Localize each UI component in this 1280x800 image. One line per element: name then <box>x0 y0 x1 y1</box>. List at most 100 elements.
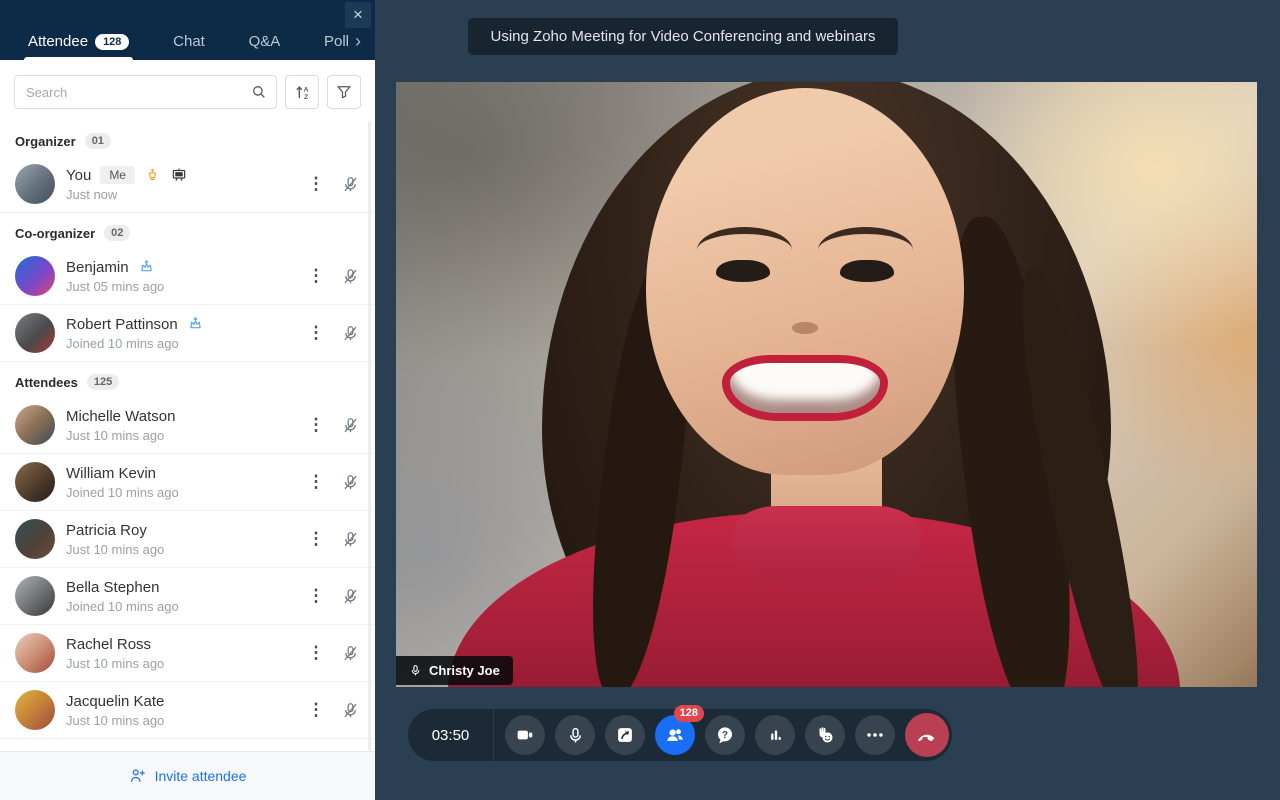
sidebar-scrollbar[interactable] <box>368 121 371 751</box>
section-coorganizer-label: Co-organizer <box>15 226 95 241</box>
me-badge: Me <box>100 166 135 184</box>
more-tabs-button[interactable]: › <box>353 32 363 60</box>
tab-qa[interactable]: Q&A <box>245 33 285 60</box>
mic-muted-button[interactable] <box>341 701 360 720</box>
attendee-panel: × Attendee 128 Chat Q&A Poll › AZ <box>0 0 375 800</box>
search-input[interactable] <box>14 75 277 109</box>
participant-name: You <box>66 167 91 184</box>
participant-status: Just 10 mins ago <box>66 542 307 557</box>
meeting-stage: Using Zoho Meeting for Video Conferencin… <box>375 0 1280 800</box>
speaker-name: Christy Joe <box>429 663 500 678</box>
mic-muted-icon <box>341 473 360 492</box>
mic-muted-button[interactable] <box>341 267 360 286</box>
microphone-button[interactable] <box>555 715 595 755</box>
participant-name: William Kevin <box>66 465 156 482</box>
filter-button[interactable] <box>327 75 361 109</box>
participants-button[interactable]: 128 <box>655 715 695 755</box>
chevron-right-icon: › <box>355 31 361 51</box>
sort-az-icon: AZ <box>293 83 312 102</box>
tab-chat[interactable]: Chat <box>169 33 209 60</box>
close-panel-button[interactable]: × <box>345 2 371 28</box>
attendees-count-badge: 125 <box>87 374 119 390</box>
speaker-name-tag: Christy Joe <box>396 656 513 685</box>
hang-up-icon <box>915 723 939 747</box>
mic-on-icon <box>409 664 422 677</box>
participant-menu-button[interactable]: ⋮ <box>307 415 325 435</box>
participant-menu-button[interactable]: ⋮ <box>307 529 325 549</box>
mic-muted-button[interactable] <box>341 473 360 492</box>
svg-text:?: ? <box>722 730 728 741</box>
poll-button[interactable] <box>755 715 795 755</box>
svg-text:A: A <box>303 86 308 93</box>
participant-name: Bella Stephen <box>66 579 159 596</box>
mic-muted-icon <box>341 324 360 343</box>
coorganizer-crown-icon <box>187 316 204 333</box>
search-toolbar: AZ <box>0 60 375 121</box>
bar-chart-icon <box>765 725 786 746</box>
participant-menu-button[interactable]: ⋮ <box>307 472 325 492</box>
meeting-title-banner: Using Zoho Meeting for Video Conferencin… <box>468 18 898 55</box>
participant-status: Joined 10 mins ago <box>66 599 307 614</box>
avatar <box>15 633 55 673</box>
organizer-count-badge: 01 <box>85 133 111 149</box>
participant-status: Just now <box>66 187 307 202</box>
mic-muted-icon <box>341 644 360 663</box>
participant-menu-button[interactable]: ⋮ <box>307 643 325 663</box>
section-attendees-label: Attendees <box>15 375 78 390</box>
question-bubble-icon: ? <box>714 724 736 746</box>
participant-row-patricia: Patricia Roy Just 10 mins ago ⋮ <box>0 511 375 568</box>
participant-row-william: William Kevin Joined 10 mins ago ⋮ <box>0 454 375 511</box>
organizer-crown-icon <box>144 167 161 184</box>
screen-share-button[interactable] <box>605 715 645 755</box>
kebab-menu-icon: ⋮ <box>308 323 325 342</box>
mic-muted-icon <box>341 530 360 549</box>
kebab-menu-icon: ⋮ <box>308 643 325 662</box>
participant-name: Robert Pattinson <box>66 316 178 333</box>
tab-chat-label: Chat <box>173 33 205 50</box>
reactions-button[interactable] <box>805 715 845 755</box>
avatar <box>15 519 55 559</box>
filter-funnel-icon <box>335 83 353 101</box>
mic-muted-button[interactable] <box>341 416 360 435</box>
invite-attendee-button[interactable]: Invite attendee <box>129 767 247 785</box>
more-options-button[interactable] <box>855 715 895 755</box>
mic-muted-button[interactable] <box>341 175 360 194</box>
end-call-button[interactable] <box>905 713 949 757</box>
tab-poll[interactable]: Poll <box>320 33 353 60</box>
participant-status: Joined 10 mins ago <box>66 485 307 500</box>
participant-row-michelle: Michelle Watson Just 10 mins ago ⋮ <box>0 397 375 454</box>
sort-button[interactable]: AZ <box>285 75 319 109</box>
panel-footer: Invite attendee <box>0 751 375 800</box>
camera-button[interactable] <box>505 715 545 755</box>
tab-attendee[interactable]: Attendee 128 <box>24 33 133 60</box>
tab-attendee-label: Attendee <box>28 33 88 50</box>
qa-button[interactable]: ? <box>705 715 745 755</box>
mic-muted-button[interactable] <box>341 324 360 343</box>
person-add-icon <box>129 767 147 785</box>
mic-muted-button[interactable] <box>341 530 360 549</box>
participant-menu-button[interactable]: ⋮ <box>307 323 325 343</box>
participant-status: Just 10 mins ago <box>66 428 307 443</box>
raise-hand-smiley-icon <box>814 724 836 746</box>
participant-name: Patricia Roy <box>66 522 147 539</box>
participant-name: Michelle Watson <box>66 408 175 425</box>
mic-muted-button[interactable] <box>341 587 360 606</box>
kebab-menu-icon: ⋮ <box>308 472 325 491</box>
mic-muted-button[interactable] <box>341 644 360 663</box>
ellipsis-icon <box>864 724 886 746</box>
avatar <box>15 576 55 616</box>
kebab-menu-icon: ⋮ <box>308 586 325 605</box>
avatar <box>15 164 55 204</box>
speaker-face-shape <box>646 88 965 475</box>
kebab-menu-icon: ⋮ <box>308 415 325 434</box>
kebab-menu-icon: ⋮ <box>308 700 325 719</box>
avatar <box>15 405 55 445</box>
participant-menu-button[interactable]: ⋮ <box>307 174 325 194</box>
participant-menu-button[interactable]: ⋮ <box>307 586 325 606</box>
kebab-menu-icon: ⋮ <box>308 529 325 548</box>
participant-menu-button[interactable]: ⋮ <box>307 700 325 720</box>
participant-menu-button[interactable]: ⋮ <box>307 266 325 286</box>
participant-name: Jacquelin Kate <box>66 693 164 710</box>
participant-list: Organizer 01 You Me Just now ⋮ <box>0 121 375 751</box>
avatar <box>15 462 55 502</box>
